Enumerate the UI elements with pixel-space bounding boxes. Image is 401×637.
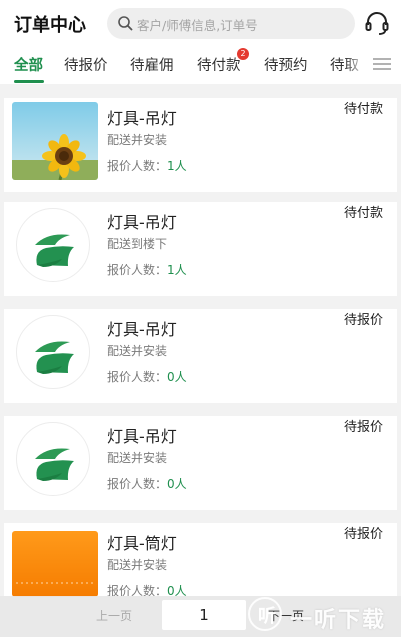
- quote-count-row: 报价人数：1人: [107, 261, 187, 278]
- quote-count-row: 报价人数：1人: [107, 157, 187, 174]
- order-status: 待付款: [343, 206, 383, 221]
- order-item-name: 灯具-筒灯: [107, 534, 177, 553]
- quote-count-value: 0人: [167, 370, 187, 384]
- tab-pending-appointment[interactable]: 待预约: [264, 54, 308, 75]
- order-service-type: 配送并安装: [107, 344, 168, 358]
- quote-count-value: 0人: [167, 477, 187, 491]
- page-title: 订单中心: [14, 15, 86, 36]
- quote-count-value: 1人: [167, 263, 187, 277]
- quote-count-label: 报价人数：: [107, 477, 168, 491]
- watermark-text: 一听下载: [290, 608, 387, 633]
- quote-count-label: 报价人数：: [107, 159, 168, 173]
- active-tab-indicator: [14, 80, 44, 83]
- quote-count-row: 报价人数：0人: [107, 368, 187, 385]
- tab-pending-quote[interactable]: 待报价: [64, 54, 108, 75]
- orange-product-photo: [12, 531, 98, 597]
- tab-pending-payment[interactable]: 待付款: [197, 54, 241, 75]
- order-card[interactable]: 灯具-吊灯 配送并安装 报价人数：0人 待报价: [4, 416, 397, 510]
- order-status: 待付款: [343, 102, 383, 117]
- order-status-tabs: 全部 待报价 待雇佣 待付款 待预约 待取: [0, 46, 401, 84]
- app-logo-thumbnail: [12, 313, 98, 391]
- app-logo-thumbnail: [12, 206, 98, 284]
- order-card[interactable]: 灯具-吊灯 配送并安装 报价人数：0人 待报价: [4, 309, 397, 403]
- customer-service-headset-icon[interactable]: [364, 10, 390, 36]
- quote-count-label: 报价人数：: [107, 370, 168, 384]
- order-status: 待报价: [343, 527, 383, 542]
- order-service-type: 配送并安装: [107, 451, 168, 465]
- quote-count-value: 1人: [167, 159, 187, 173]
- tab-pending-hire[interactable]: 待雇佣: [130, 54, 174, 75]
- search-input[interactable]: 客户/师傅信息,订单号: [137, 15, 258, 34]
- order-status: 待报价: [343, 420, 383, 435]
- site-watermark: 听 一听下载: [248, 597, 401, 635]
- prev-page-button[interactable]: 上一页: [96, 607, 132, 624]
- menu-icon[interactable]: [372, 56, 392, 72]
- order-card[interactable]: 灯具-吊灯 配送到楼下 报价人数：1人 待付款: [4, 202, 397, 296]
- order-service-type: 配送并安装: [107, 558, 168, 572]
- page-number-input[interactable]: 1: [162, 600, 246, 630]
- pending-payment-badge: 2: [237, 48, 249, 60]
- order-item-name: 灯具-吊灯: [107, 213, 177, 232]
- app-logo-icon: [16, 315, 90, 389]
- order-card[interactable]: 灯具-吊灯 配送并安装 报价人数：1人 待付款: [4, 98, 397, 192]
- order-status: 待报价: [343, 313, 383, 328]
- search-icon: [118, 16, 133, 31]
- order-service-type: 配送到楼下: [107, 237, 168, 251]
- order-service-type: 配送并安装: [107, 133, 168, 147]
- header-bar: 订单中心 客户/师傅信息,订单号: [0, 0, 401, 46]
- quote-count-label: 报价人数：: [107, 263, 168, 277]
- search-bar[interactable]: 客户/师傅信息,订单号: [107, 8, 355, 39]
- quote-count-row: 报价人数：0人: [107, 475, 187, 492]
- app-logo-thumbnail: [12, 420, 98, 498]
- order-item-name: 灯具-吊灯: [107, 427, 177, 446]
- order-item-name: 灯具-吊灯: [107, 109, 177, 128]
- app-logo-icon: [16, 208, 90, 282]
- watermark-logo-icon: 听: [248, 597, 282, 631]
- app-logo-icon: [16, 422, 90, 496]
- order-item-name: 灯具-吊灯: [107, 320, 177, 339]
- sunflower-photo: [12, 102, 98, 180]
- tab-all[interactable]: 全部: [14, 54, 43, 75]
